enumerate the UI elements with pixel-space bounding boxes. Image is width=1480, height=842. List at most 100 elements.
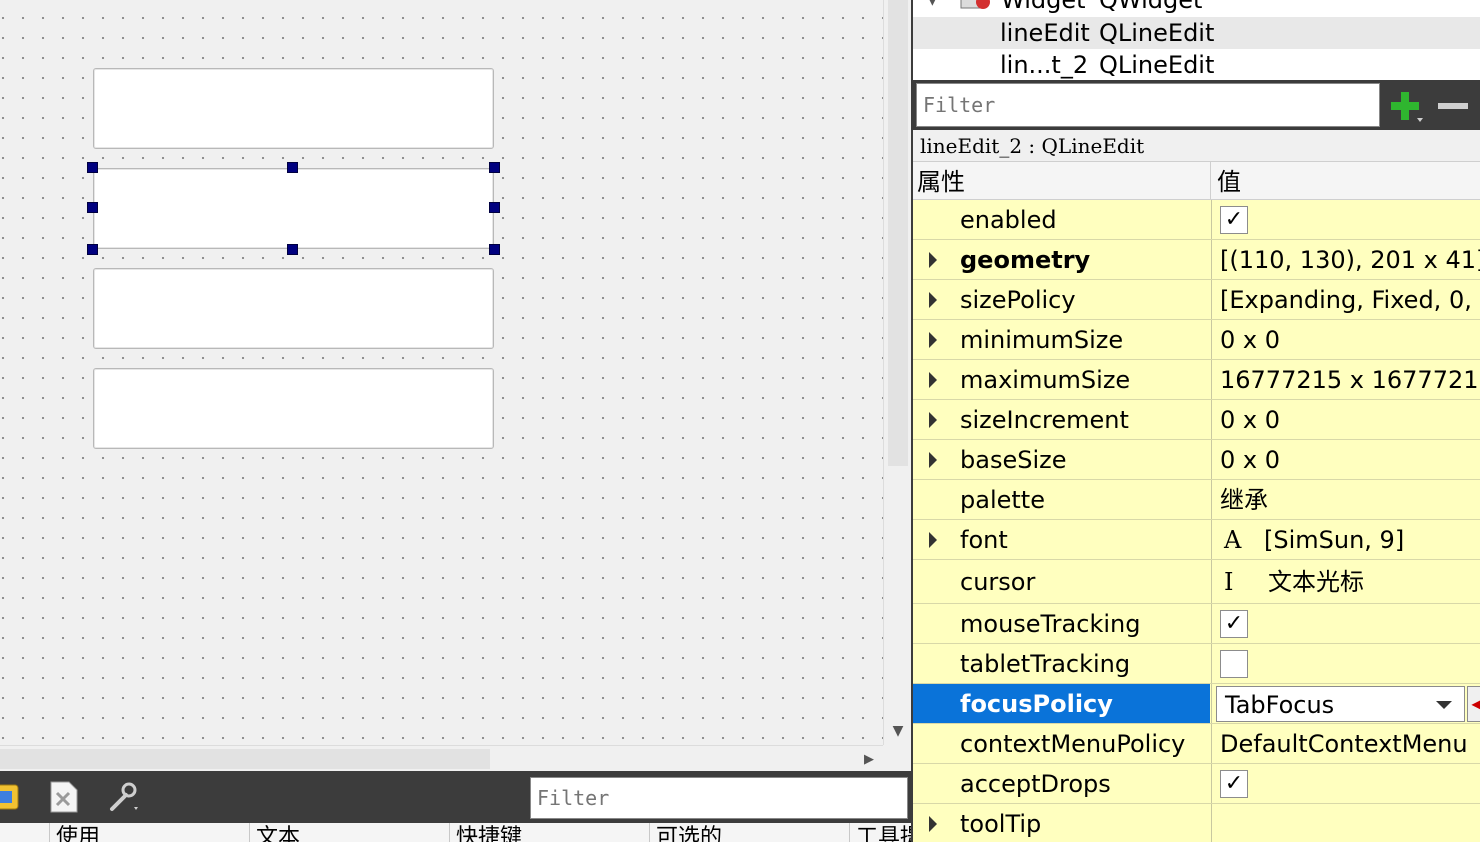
property-name-cell[interactable]: toolTip (913, 804, 1210, 842)
property-value-cell[interactable] (1211, 804, 1480, 842)
property-name-cell[interactable]: minimumSize (913, 320, 1210, 359)
property-checkbox[interactable] (1220, 649, 1248, 678)
property-value-cell[interactable]: ✓ (1211, 200, 1480, 239)
property-name-cell[interactable]: sizeIncrement (913, 400, 1210, 439)
property-filter-input[interactable] (916, 83, 1380, 127)
property-value-cell[interactable]: A [SimSun, 9] (1211, 520, 1480, 559)
property-row-geometry[interactable]: geometry [(110, 130), 201 x 41] (913, 240, 1480, 280)
property-row-focusPolicy[interactable]: focusPolicy TabFocus ◀ (913, 684, 1480, 724)
property-name-cell[interactable]: mouseTracking (913, 604, 1210, 643)
form-canvas[interactable] (0, 0, 883, 745)
add-property-plus-icon[interactable] (1385, 86, 1425, 126)
property-row-palette[interactable]: palette 继承 (913, 480, 1480, 520)
scroll-down-arrow-icon[interactable]: ▼ (884, 718, 912, 744)
property-name-cell[interactable]: geometry (913, 240, 1210, 279)
configure-wrench-icon[interactable] (104, 779, 140, 815)
horizontal-scroll-thumb[interactable] (0, 749, 490, 769)
property-row-mouseTracking[interactable]: mouseTracking ✓ (913, 604, 1480, 644)
resize-handle-top[interactable] (287, 162, 298, 173)
property-row-contextMenuPolicy[interactable]: contextMenuPolicy DefaultContextMenu (913, 724, 1480, 764)
property-value-cell[interactable]: [(110, 130), 201 x 41] (1211, 240, 1480, 279)
expand-arrow-icon[interactable] (929, 815, 937, 832)
tree-expand-arrow-icon[interactable]: ▼ (927, 0, 938, 16)
line-edit-widget[interactable] (93, 368, 494, 449)
resize-handle-left[interactable] (87, 202, 98, 213)
property-value-cell[interactable]: I 文本光标 (1211, 560, 1480, 603)
vertical-scroll-thumb[interactable] (888, 0, 908, 466)
delete-action-icon[interactable] (45, 779, 81, 815)
chevron-down-icon[interactable] (1436, 701, 1452, 709)
property-value-cell[interactable]: TabFocus ◀ (1211, 684, 1480, 723)
property-value-cell[interactable]: 0 x 0 (1211, 400, 1480, 439)
property-row-enabled[interactable]: enabled ✓ (913, 200, 1480, 240)
expand-arrow-icon[interactable] (929, 291, 937, 308)
property-row-tabletTracking[interactable]: tabletTracking (913, 644, 1480, 684)
property-row-cursor[interactable]: cursor I 文本光标 (913, 560, 1480, 604)
tree-row-widget[interactable]: ▼ Widget QWidget (913, 0, 1480, 16)
property-row-acceptDrops[interactable]: acceptDrops ✓ (913, 764, 1480, 804)
property-row-sizePolicy[interactable]: sizePolicy [Expanding, Fixed, 0, 0] (913, 280, 1480, 320)
property-value-cell[interactable]: 0 x 0 (1211, 440, 1480, 479)
resize-handle-top-right[interactable] (489, 162, 500, 173)
canvas-vertical-scrollbar[interactable]: ▼ (883, 0, 911, 745)
property-row-font[interactable]: font A [SimSun, 9] (913, 520, 1480, 560)
line-edit-widget-selected[interactable] (93, 168, 494, 249)
property-row-sizeIncrement[interactable]: sizeIncrement 0 x 0 (913, 400, 1480, 440)
new-action-icon[interactable] (0, 779, 24, 815)
property-name-cell[interactable]: cursor (913, 560, 1210, 603)
property-row-minimumSize[interactable]: minimumSize 0 x 0 (913, 320, 1480, 360)
expand-arrow-icon[interactable] (929, 331, 937, 348)
focus-policy-dropdown[interactable]: TabFocus (1216, 686, 1465, 722)
resize-handle-right[interactable] (489, 202, 500, 213)
column-header-checkable[interactable]: 可选的 (649, 823, 722, 842)
property-checkbox[interactable]: ✓ (1220, 609, 1248, 638)
property-value-cell[interactable]: 0 x 0 (1211, 320, 1480, 359)
column-header-text[interactable]: 文本 (249, 823, 300, 842)
column-header-shortcut[interactable]: 快捷键 (449, 823, 522, 842)
resize-handle-bottom-left[interactable] (87, 244, 98, 255)
property-name-cell[interactable]: focusPolicy (913, 684, 1210, 723)
property-name-cell[interactable]: palette (913, 480, 1210, 519)
remove-property-minus-icon[interactable] (1433, 86, 1473, 126)
property-checkbox[interactable]: ✓ (1220, 205, 1248, 234)
line-edit-widget[interactable] (93, 268, 494, 349)
property-row-toolTip[interactable]: toolTip (913, 804, 1480, 842)
property-value-cell[interactable]: 16777215 x 16777215 (1211, 360, 1480, 399)
property-row-baseSize[interactable]: baseSize 0 x 0 (913, 440, 1480, 480)
column-header-property[interactable]: 属性 (917, 162, 965, 202)
property-value-cell[interactable]: 继承 (1211, 480, 1480, 519)
property-row-maximumSize[interactable]: maximumSize 16777215 x 16777215 (913, 360, 1480, 400)
property-name-cell[interactable]: baseSize (913, 440, 1210, 479)
property-name-cell[interactable]: contextMenuPolicy (913, 724, 1210, 763)
property-value-cell[interactable]: [Expanding, Fixed, 0, 0] (1211, 280, 1480, 319)
line-edit-widget[interactable] (93, 68, 494, 149)
expand-arrow-icon[interactable] (929, 371, 937, 388)
property-name-cell[interactable]: enabled (913, 200, 1210, 239)
action-filter-input[interactable] (530, 777, 908, 819)
column-header-tooltip[interactable]: 工具提示 (849, 823, 911, 842)
property-name-cell[interactable]: maximumSize (913, 360, 1210, 399)
canvas-horizontal-scrollbar[interactable]: ▶ (0, 745, 883, 771)
property-value-cell[interactable]: ✓ (1211, 604, 1480, 643)
expand-arrow-icon[interactable] (929, 251, 937, 268)
reset-property-icon[interactable]: ◀ (1467, 686, 1480, 722)
property-checkbox[interactable]: ✓ (1220, 769, 1248, 798)
expand-arrow-icon[interactable] (929, 451, 937, 468)
property-value-cell[interactable]: ✓ (1211, 764, 1480, 803)
property-name-cell[interactable]: acceptDrops (913, 764, 1210, 803)
property-name-cell[interactable]: tabletTracking (913, 644, 1210, 683)
property-value-cell[interactable]: DefaultContextMenu (1211, 724, 1480, 763)
resize-handle-top-left[interactable] (87, 162, 98, 173)
resize-handle-bottom[interactable] (287, 244, 298, 255)
tree-row-lineedit-2[interactable]: lin...t_2 QLineEdit (913, 49, 1480, 80)
property-name-cell[interactable]: font (913, 520, 1210, 559)
column-header-value[interactable]: 值 (1217, 162, 1241, 202)
tree-row-lineedit[interactable]: lineEdit QLineEdit (913, 17, 1480, 49)
resize-handle-bottom-right[interactable] (489, 244, 500, 255)
expand-arrow-icon[interactable] (929, 531, 937, 548)
column-header-used[interactable]: 使用 (49, 823, 100, 842)
property-name-cell[interactable]: sizePolicy (913, 280, 1210, 319)
expand-arrow-icon[interactable] (929, 411, 937, 428)
property-value-cell[interactable] (1211, 644, 1480, 683)
scroll-right-arrow-icon[interactable]: ▶ (856, 746, 882, 772)
